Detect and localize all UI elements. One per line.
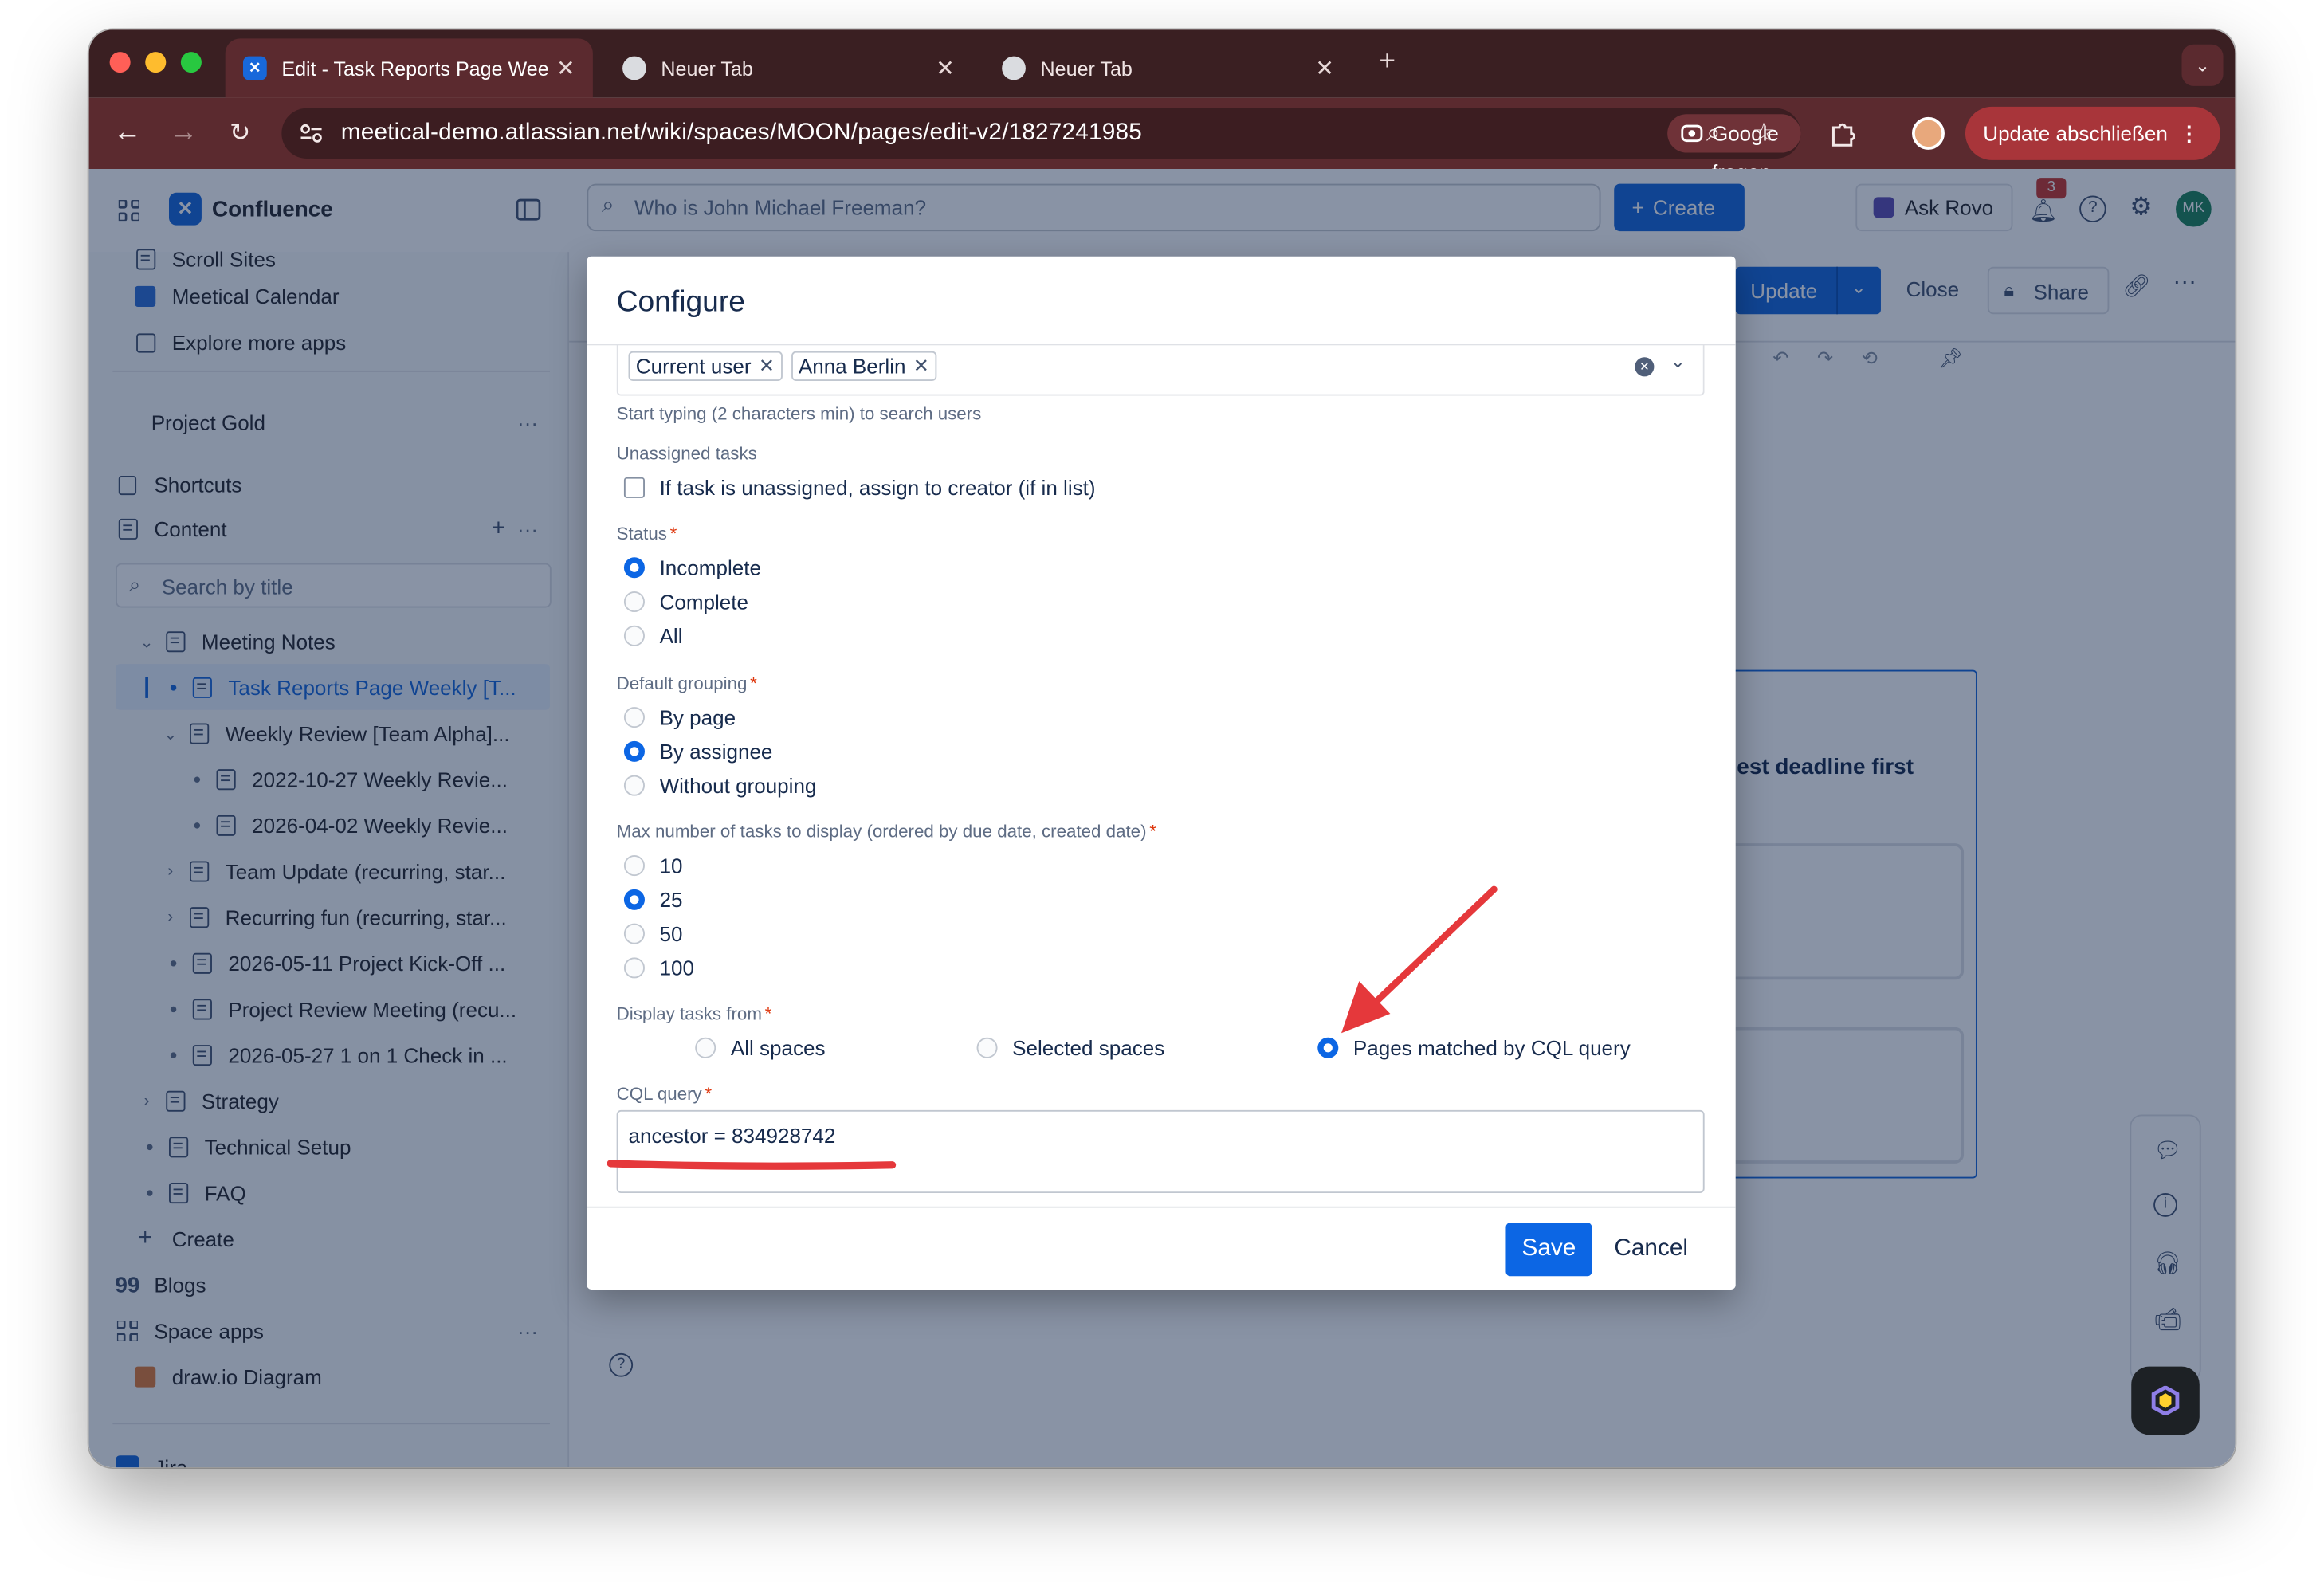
browser-tab[interactable]: Neuer Tab ✕: [605, 38, 972, 97]
tab-strip: ✕ Edit - Task Reports Page Wee ✕ Neuer T…: [88, 29, 2236, 98]
close-window-button[interactable]: [109, 52, 131, 73]
close-tab-icon[interactable]: ✕: [936, 55, 954, 82]
annotation-arrow: [1363, 885, 1498, 1015]
annotation-layer: [607, 885, 1498, 1170]
back-icon[interactable]: ←: [110, 116, 146, 151]
more-vertical-icon: ⋮: [2178, 121, 2200, 146]
confluence-favicon-icon: ✕: [242, 56, 267, 80]
chrome-favicon-icon: [1002, 56, 1026, 80]
browser-tab-active[interactable]: ✕ Edit - Task Reports Page Wee ✕: [225, 38, 593, 98]
new-tab-button[interactable]: +: [1369, 45, 1405, 80]
url-text: meetical-demo.atlassian.net/wiki/spaces/…: [340, 120, 1142, 146]
browser-window: ✕ Edit - Task Reports Page Wee ✕ Neuer T…: [88, 29, 2236, 1468]
url-bar[interactable]: meetical-demo.atlassian.net/wiki/spaces/…: [281, 108, 1801, 184]
zoom-icon[interactable]: ⌕: [1695, 116, 1731, 151]
close-tab-icon[interactable]: ✕: [1315, 55, 1333, 82]
tab-search-button[interactable]: ⌄: [2181, 44, 2224, 86]
annotation-arrowhead: [1341, 981, 1391, 1034]
site-settings-icon[interactable]: [300, 123, 324, 143]
address-bar: ← → ↻ meetical-demo.atlassian.net/wiki/s…: [88, 97, 2236, 184]
maximize-window-button[interactable]: [180, 52, 202, 73]
bookmark-star-icon[interactable]: ☆: [1746, 116, 1782, 151]
extensions-icon[interactable]: [1829, 119, 1859, 148]
reload-icon[interactable]: ↻: [222, 116, 258, 151]
chrome-favicon-icon: [622, 56, 646, 80]
update-browser-button[interactable]: Update abschließen ⋮: [1965, 106, 2220, 160]
profile-avatar[interactable]: [1912, 116, 1945, 150]
confluence-app: ✕ Confluence ⌕ Who is John Michael Freem…: [88, 169, 2236, 1468]
minimize-window-button[interactable]: [145, 52, 167, 73]
browser-tab[interactable]: Neuer Tab ✕: [984, 38, 1352, 97]
forward-icon[interactable]: →: [166, 116, 202, 151]
close-tab-icon[interactable]: ✕: [556, 55, 575, 82]
annotation-underline: [607, 1160, 897, 1170]
